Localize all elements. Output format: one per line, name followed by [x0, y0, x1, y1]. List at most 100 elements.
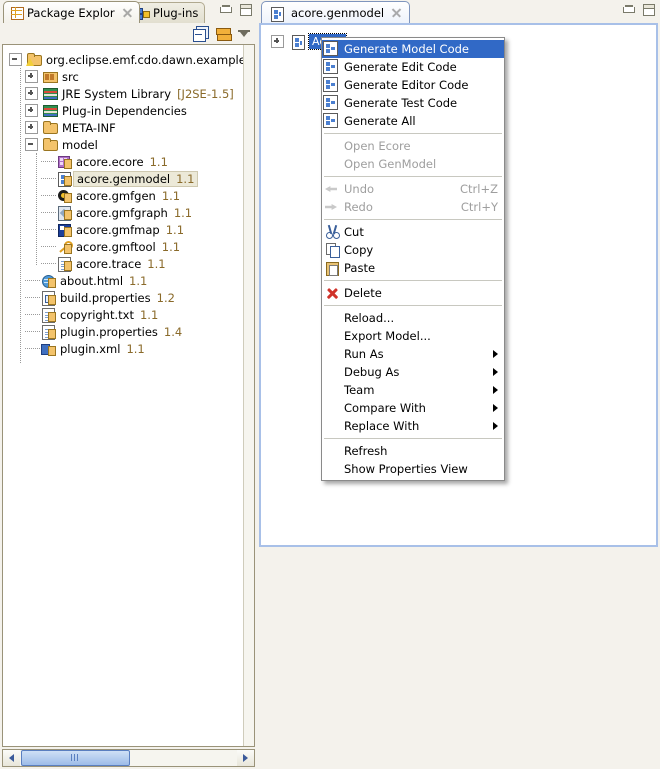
collapse-icon[interactable]	[9, 53, 22, 66]
expand-icon[interactable]	[271, 35, 284, 48]
menu-item[interactable]: Reload...	[322, 309, 504, 327]
tree-row-label: copyright.txt	[60, 307, 134, 322]
tree-row[interactable]: acore.gmfgraph 1.1	[3, 204, 244, 221]
copy-icon	[322, 241, 344, 259]
tree-row-content[interactable]: acore.gmfgraph 1.1	[76, 206, 192, 220]
tree-row-version: 1.1	[161, 239, 181, 254]
tree-row-content[interactable]: copyright.txt 1.1	[60, 308, 158, 322]
tree-row[interactable]: acore.gmftool 1.1	[3, 238, 244, 255]
tree-row-label: acore.gmfgen	[76, 188, 156, 203]
tree-row-content[interactable]: acore.gmfgen 1.1	[76, 189, 180, 203]
collapse-all-icon[interactable]	[193, 26, 209, 42]
scroll-thumb[interactable]	[21, 750, 130, 766]
tree-row-content[interactable]: about.html 1.1	[60, 274, 147, 288]
menu-item: Redo Ctrl+Y	[322, 198, 504, 216]
menu-item[interactable]: Generate Edit Code	[322, 58, 504, 76]
tree-row[interactable]: acore.trace 1.1	[3, 255, 244, 272]
tree-row-content[interactable]: org.eclipse.emf.cdo.dawn.examples.acore	[46, 53, 244, 67]
menu-item-label: Undo	[344, 182, 375, 196]
tree-row[interactable]: copyright.txt 1.1	[3, 306, 244, 323]
tree-connector	[41, 161, 56, 162]
tree-row-content[interactable]: Plug-in Dependencies	[62, 104, 187, 118]
close-icon[interactable]	[391, 7, 402, 18]
tree-row-label: acore.gmfgraph	[76, 205, 168, 220]
expand-icon[interactable]	[25, 104, 38, 117]
tree-row-label: build.properties	[60, 290, 151, 305]
menu-item-no-icon	[322, 309, 344, 327]
tree-row-content[interactable]: build.properties 1.2	[60, 291, 175, 305]
tab-package-explorer[interactable]: Package Explor	[3, 1, 140, 23]
tree-row-version: 1.1	[173, 205, 193, 220]
collapse-icon[interactable]	[25, 138, 38, 151]
expand-icon[interactable]	[25, 70, 38, 83]
maximize-icon[interactable]	[238, 3, 253, 16]
tree-row[interactable]: acore.ecore 1.1	[3, 153, 244, 170]
tree-connector	[25, 314, 40, 315]
menu-item[interactable]: Compare With	[322, 399, 504, 417]
menu-item[interactable]: Run As	[322, 345, 504, 363]
tree-row[interactable]: model	[3, 136, 244, 153]
tree-row-content[interactable]: acore.trace 1.1	[76, 257, 166, 271]
menu-item[interactable]: Team	[322, 381, 504, 399]
vertical-scrollbar[interactable]	[243, 45, 254, 746]
menu-item[interactable]: Copy	[322, 241, 504, 259]
scroll-left-button[interactable]	[3, 750, 20, 766]
tree-row-content[interactable]: model	[62, 138, 98, 152]
menu-item[interactable]: Export Model...	[322, 327, 504, 345]
tree-row[interactable]: about.html 1.1	[3, 272, 244, 289]
minimize-icon[interactable]	[218, 3, 233, 16]
close-icon[interactable]	[122, 7, 133, 18]
tree-row-content[interactable]: acore.genmodel 1.1	[73, 170, 199, 187]
expand-icon[interactable]	[25, 87, 38, 100]
tree-row-version: 1.1	[165, 222, 185, 237]
submenu-arrow-icon	[493, 422, 498, 430]
tree-row[interactable]: build.properties 1.2	[3, 289, 244, 306]
menu-item[interactable]: Replace With	[322, 417, 504, 435]
tree-row-content[interactable]: acore.gmfmap 1.1	[76, 223, 184, 237]
tree-row[interactable]: META-INF	[3, 119, 244, 136]
menu-item[interactable]: Show Properties View	[322, 460, 504, 478]
tree-row-content[interactable]: plugin.properties 1.4	[60, 325, 182, 339]
tab-acore-genmodel[interactable]: acore.genmodel	[261, 1, 411, 23]
menu-item[interactable]: Cut	[322, 223, 504, 241]
tree-row-content[interactable]: acore.ecore 1.1	[76, 155, 168, 169]
tree-row-content[interactable]: acore.gmftool 1.1	[76, 240, 180, 254]
tree-row[interactable]: plugin.properties 1.4	[3, 323, 244, 340]
submenu-arrow-icon	[493, 404, 498, 412]
package-explorer-tree[interactable]: org.eclipse.emf.cdo.dawn.examples.acore s…	[2, 44, 255, 747]
tree-row[interactable]: org.eclipse.emf.cdo.dawn.examples.acore	[3, 51, 244, 68]
tree-row[interactable]: Plug-in Dependencies	[3, 102, 244, 119]
editor-tab-label: acore.genmodel	[291, 5, 385, 20]
tree-row[interactable]: acore.genmodel 1.1	[3, 170, 244, 187]
tree-row[interactable]: plugin.xml 1.1	[3, 340, 244, 357]
scroll-right-button[interactable]	[237, 750, 254, 766]
menu-item-label: Generate Editor Code	[344, 78, 469, 92]
tree-row[interactable]: acore.gmfmap 1.1	[3, 221, 244, 238]
menu-item-accelerator: Ctrl+Z	[460, 182, 498, 196]
expand-icon[interactable]	[25, 121, 38, 134]
tree-row-content[interactable]: META-INF	[62, 121, 116, 135]
link-with-editor-icon[interactable]	[215, 26, 232, 41]
menu-item[interactable]: Generate Model Code	[322, 40, 504, 58]
view-menu-icon[interactable]	[238, 27, 251, 40]
maximize-icon[interactable]	[641, 3, 656, 16]
minimize-icon[interactable]	[621, 3, 636, 16]
tree-row-content[interactable]: src	[62, 70, 79, 84]
horizontal-scrollbar[interactable]	[2, 749, 255, 767]
tree-row[interactable]: src	[3, 68, 244, 85]
menu-item[interactable]: Generate Test Code	[322, 94, 504, 112]
menu-item[interactable]: Paste	[322, 259, 504, 277]
menu-item[interactable]: Refresh	[322, 442, 504, 460]
tree-row-content[interactable]: JRE System Library [J2SE-1.5]	[62, 87, 234, 101]
menu-item[interactable]: Delete	[322, 284, 504, 302]
tree-row-label: acore.gmfmap	[76, 222, 160, 237]
menu-item[interactable]: Generate All	[322, 112, 504, 130]
tab-label: Package Explor	[27, 5, 115, 20]
menu-item[interactable]: Generate Editor Code	[322, 76, 504, 94]
context-menu[interactable]: Generate Model Code Generate Edit Code Gen…	[321, 37, 505, 481]
tree-row-content[interactable]: plugin.xml 1.1	[60, 342, 145, 356]
tree-row[interactable]: JRE System Library [J2SE-1.5]	[3, 85, 244, 102]
editor-window-buttons	[621, 3, 656, 16]
tree-row[interactable]: acore.gmfgen 1.1	[3, 187, 244, 204]
menu-item[interactable]: Debug As	[322, 363, 504, 381]
